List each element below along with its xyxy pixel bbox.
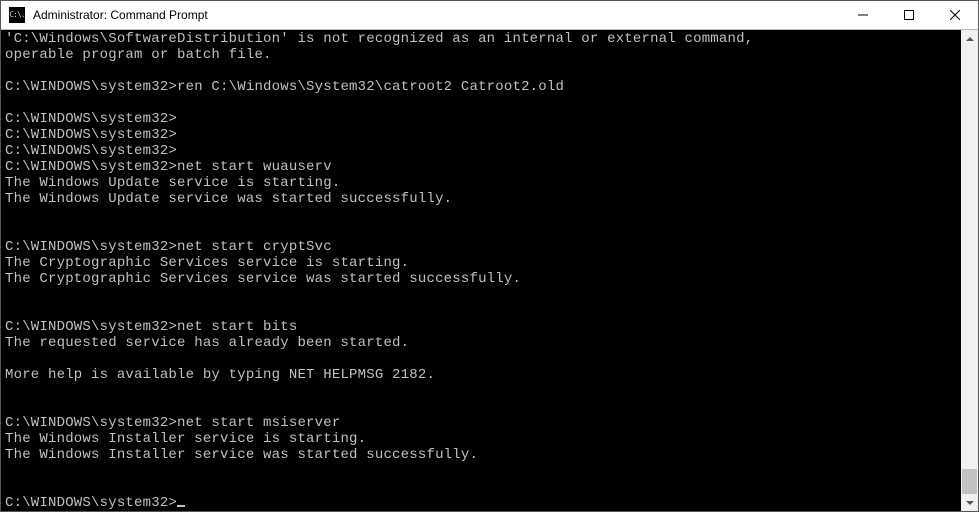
maximize-button[interactable] [886,1,932,29]
titlebar-buttons [840,1,978,29]
close-icon [950,10,960,20]
cmd-icon: C:\. [9,7,25,23]
terminal-output[interactable]: 'C:\Windows\SoftwareDistribution' is not… [1,30,961,511]
scroll-thumb[interactable] [962,469,977,494]
scroll-track[interactable] [961,47,978,494]
minimize-button[interactable] [840,1,886,29]
chevron-up-icon [966,35,974,43]
terminal-client-area: 'C:\Windows\SoftwareDistribution' is not… [1,30,978,511]
scroll-up-button[interactable] [961,30,978,47]
scroll-down-button[interactable] [961,494,978,511]
vertical-scrollbar[interactable] [961,30,978,511]
chevron-down-icon [966,499,974,507]
close-button[interactable] [932,1,978,29]
titlebar[interactable]: C:\. Administrator: Command Prompt [1,1,978,30]
cursor [177,505,185,507]
cmd-icon-glyph: C:\. [9,11,24,19]
minimize-icon [858,10,868,20]
window-title: Administrator: Command Prompt [31,8,840,22]
maximize-icon [904,10,914,20]
command-prompt-window: C:\. Administrator: Command Prompt 'C:\W… [0,0,979,512]
